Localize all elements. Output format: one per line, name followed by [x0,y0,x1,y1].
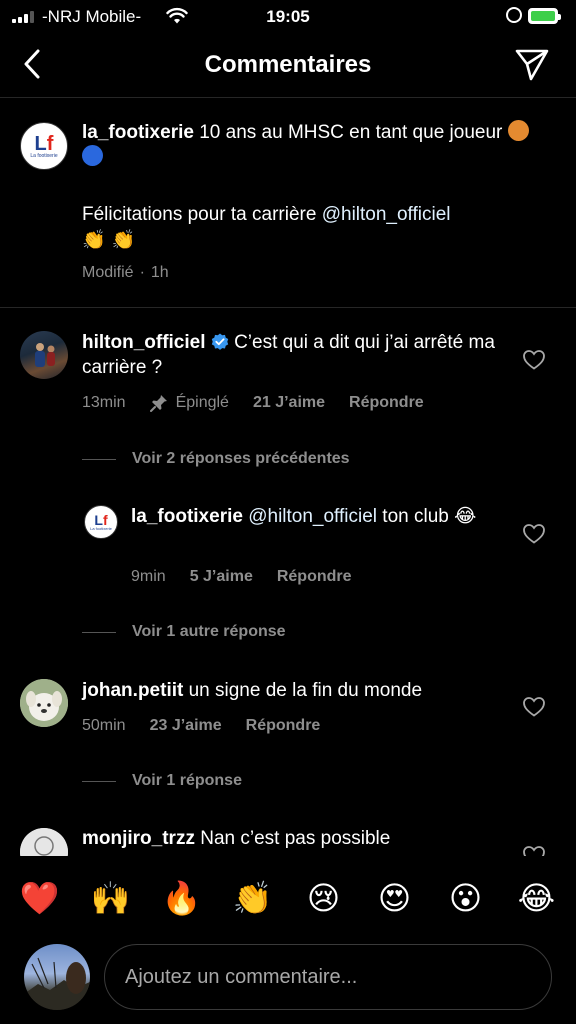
comment-username[interactable]: johan.petiit [82,680,183,701]
logo-letter-f: f [46,132,54,155]
comment-username[interactable]: hilton_officiel [82,332,206,353]
dog-photo-icon [20,679,68,727]
divider-line [82,458,116,460]
caption-line2: Félicitations pour ta carrière [82,204,322,225]
laughing-emoji: 😂 [454,505,477,527]
caption-clap-emojis: 👏 👏 [82,229,136,251]
raising-hands-reaction-button[interactable]: 🙌 [86,879,136,917]
status-bar: -NRJ Mobile- 19:05 [0,0,576,36]
pin-icon [149,395,167,412]
comment-input-container [104,944,552,1010]
comment-meta: 50min 23 J’aime Répondre [82,717,320,735]
comment-time: 13min [82,394,126,411]
header: Commentaires [0,36,576,98]
avatar[interactable] [20,679,68,727]
laughing-reaction-button[interactable]: 😂 [512,879,562,917]
likes-count[interactable]: 5 J’aime [190,568,253,586]
comment-text: Nan c’est pas possible [200,828,391,849]
page-title: Commentaires [204,51,372,78]
heart-icon[interactable] [523,524,545,544]
post-caption: Lf La footixerie la_footixerie 10 ans au… [0,98,576,308]
surprised-reaction-button[interactable]: 😮 [441,879,491,917]
likes-count[interactable]: 21 J’aime [253,394,325,412]
comment-meta: 13min Épinglé 21 J’aime Répondre [82,394,424,412]
comment-input[interactable] [125,945,525,1009]
comment-mention[interactable]: @hilton_officiel [248,506,377,527]
caption-username[interactable]: la_footixerie [82,122,194,143]
caption-text: 10 ans au MHSC en tant que joueur [199,122,503,143]
reply-button[interactable]: Répondre [277,568,352,586]
verified-badge-icon [211,333,228,350]
quick-reaction-bar: ❤️ 🙌 🔥 👏 😢 😍 😮 😂 [0,856,576,940]
logo-letter-l: L [34,132,47,155]
clapping-reaction-button[interactable]: 👏 [228,879,278,917]
view-replies-button[interactable]: Voir 2 réponses précédentes [82,450,350,468]
user-photo-icon [24,957,90,1010]
paper-plane-icon[interactable] [514,48,550,82]
caption-mention[interactable]: @hilton_officiel [322,204,451,225]
pinned-label: Épinglé [149,394,229,412]
reply-button[interactable]: Répondre [246,717,321,735]
divider-line [82,780,116,782]
caption-meta: Modifié · 1h [82,264,169,282]
crying-reaction-button[interactable]: 😢 [299,879,349,917]
view-replies-button[interactable]: Voir 1 réponse [82,772,242,790]
pinned-text: Épinglé [175,394,229,411]
orange-circle-emoji [507,120,529,141]
caption-edited: Modifié [82,264,134,281]
view-replies-label: Voir 2 réponses précédentes [132,450,350,467]
comment-text: un signe de la fin du monde [188,680,423,701]
orientation-lock-icon [506,7,522,23]
comment-username[interactable]: monjiro_trzz [82,828,195,849]
caption-time: 1h [150,264,169,281]
comment-time: 50min [82,717,126,734]
comment-time: 9min [131,568,166,585]
current-user-avatar [24,944,90,1010]
logo-subtitle: La footixerie [30,152,58,159]
avatar[interactable] [20,331,68,379]
comment-text: ton club [382,506,449,527]
view-replies-label: Voir 1 réponse [132,772,242,789]
comment-meta: 9min 5 J’aime Répondre [131,568,352,586]
avatar[interactable]: Lf La footixerie [84,505,118,539]
divider-line [82,631,116,633]
avatar[interactable]: Lf La footixerie [20,122,68,170]
blue-circle-emoji [82,145,103,166]
heart-icon[interactable] [523,350,545,370]
likes-count[interactable]: 23 J’aime [150,717,222,735]
comment-username[interactable]: la_footixerie [131,506,243,527]
reply-button[interactable]: Répondre [349,394,424,412]
comment-composer [0,940,576,1024]
logo-subtitle: La footixerie [90,526,112,531]
heart-reaction-button[interactable]: ❤️ [15,879,65,917]
view-replies-label: Voir 1 autre réponse [132,623,286,640]
meta-dot: · [139,264,145,281]
battery-icon [528,8,561,24]
heart-icon[interactable] [523,697,545,717]
heart-eyes-reaction-button[interactable]: 😍 [370,879,420,917]
person-photo-icon [35,343,55,367]
view-replies-button[interactable]: Voir 1 autre réponse [82,623,286,641]
fire-reaction-button[interactable]: 🔥 [157,879,207,917]
clock: 19:05 [266,7,310,26]
